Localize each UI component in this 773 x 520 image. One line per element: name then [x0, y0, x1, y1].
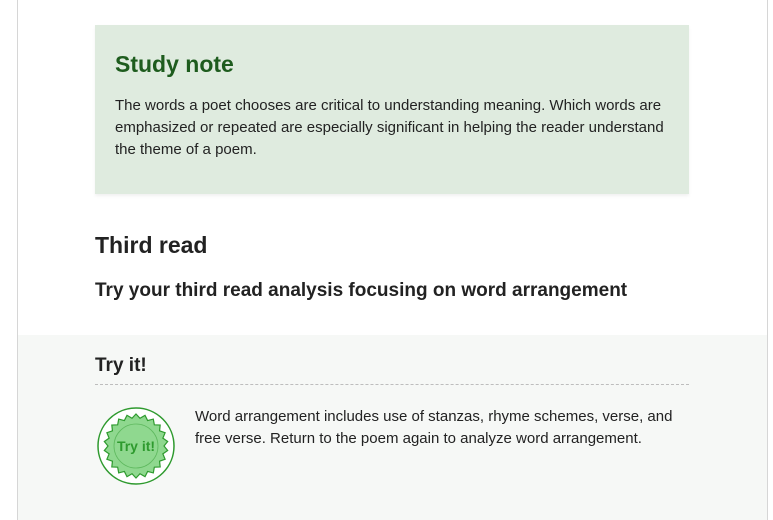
- study-note-text: The words a poet chooses are critical to…: [115, 97, 664, 158]
- study-note-box: Study note The words a poet chooses are …: [95, 25, 689, 194]
- try-it-heading: Try it!: [95, 355, 147, 376]
- try-it-panel: Try it! Try it! Word arrangement include…: [18, 335, 767, 520]
- study-note-heading: Study note: [115, 51, 234, 77]
- third-read-subheading: Try your third read analysis focusing on…: [95, 280, 628, 301]
- content-page: Study note The words a poet chooses are …: [17, 0, 768, 520]
- third-read-heading: Third read: [95, 232, 208, 258]
- try-it-seal-label: Try it!: [117, 438, 155, 454]
- try-it-divider: [95, 384, 689, 385]
- try-it-seal-icon: Try it!: [96, 406, 176, 486]
- try-it-seal-graphic: Try it!: [97, 407, 175, 485]
- try-it-text: Word arrangement includes use of stanzas…: [195, 408, 673, 447]
